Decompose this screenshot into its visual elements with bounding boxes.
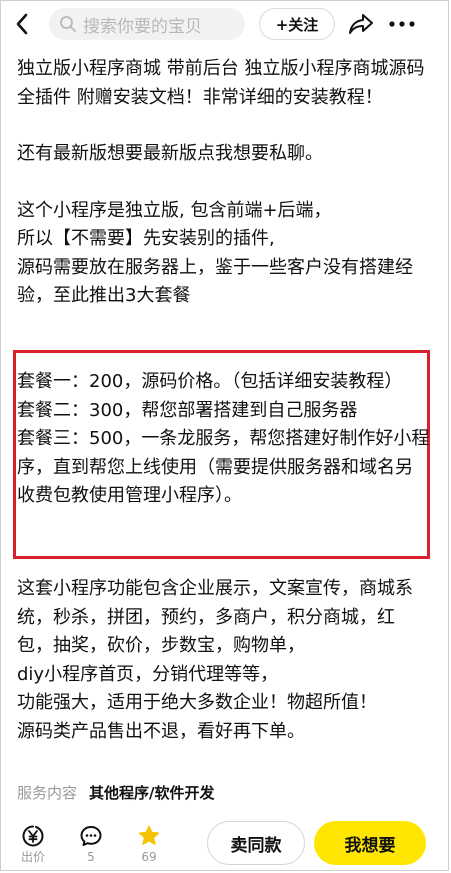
service-value[interactable]: 其他程序/软件开发 xyxy=(89,782,214,803)
more-icon xyxy=(389,21,415,27)
price-offer-label: 出价 xyxy=(20,849,45,864)
package-item: 套餐三：500，一条龙服务，帮您搭建好制作好小程序，直到帮您上线使用（需要提供服… xyxy=(17,428,430,506)
search-placeholder: 搜索你要的宝贝 xyxy=(83,16,202,37)
comment-icon xyxy=(80,825,102,846)
yen-icon xyxy=(22,825,44,846)
favorite-count: 69 xyxy=(141,849,157,864)
description-paragraph: 这套小程序功能包含企业展示，文案宣传，商城系统，秒杀，拼团，预约，多商户，积分商… xyxy=(17,578,413,742)
top-bar: 搜索你要的宝贝 +关注 xyxy=(1,1,448,47)
chevron-left-icon xyxy=(16,13,28,35)
sell-same-button[interactable]: 卖同款 xyxy=(207,821,305,865)
star-icon xyxy=(138,825,160,845)
service-key: 服务内容 xyxy=(17,784,78,802)
description-paragraph: 独立版小程序商城 带前后台 独立版小程序商城源码全插件 附赠安装文档！非常详细的… xyxy=(17,58,425,108)
search-input[interactable]: 搜索你要的宝贝 xyxy=(49,8,245,40)
follow-button[interactable]: +关注 xyxy=(259,8,335,40)
more-button[interactable] xyxy=(385,10,419,38)
description-bottom: 这套小程序功能包含企业展示，文案宣传，商城系统，秒杀，拼团，预约，多商户，积分商… xyxy=(17,575,430,746)
description-top: 独立版小程序商城 带前后台 独立版小程序商城源码全插件 附赠安装文档！非常详细的… xyxy=(17,55,430,311)
favorite-button[interactable]: 69 xyxy=(123,824,175,864)
description-paragraph: 这个小程序是独立版, 包含前端+后端， 所以【不需要】先安装别的插件, 源码需要… xyxy=(17,199,413,307)
search-icon xyxy=(60,16,76,32)
comment-button[interactable]: 5 xyxy=(65,824,117,864)
package-list: 套餐一：200，源码价格。（包括详细安装教程） 套餐二：300，帮您部署搭建到自… xyxy=(17,368,430,511)
want-button[interactable]: 我想要 xyxy=(314,821,426,865)
share-button[interactable] xyxy=(347,10,375,38)
price-offer-button[interactable]: 出价 xyxy=(7,824,59,864)
product-detail-page: 搜索你要的宝贝 +关注 独立版小程序商城 带前后台 独立版小程序商城源码全插件 … xyxy=(0,0,449,871)
share-icon xyxy=(349,14,373,34)
bottom-action-bar: 出价 5 69 卖同款 我想要 xyxy=(1,815,448,870)
description-paragraph: 还有最新版想要最新版点我想要私聊。 xyxy=(17,143,323,164)
back-button[interactable] xyxy=(3,1,41,47)
comment-count: 5 xyxy=(87,849,95,864)
service-row: 服务内容 其他程序/软件开发 xyxy=(17,782,215,803)
package-item: 套餐一：200，源码价格。（包括详细安装教程） xyxy=(17,371,403,392)
package-item: 套餐二：300，帮您部署搭建到自己服务器 xyxy=(17,399,358,421)
